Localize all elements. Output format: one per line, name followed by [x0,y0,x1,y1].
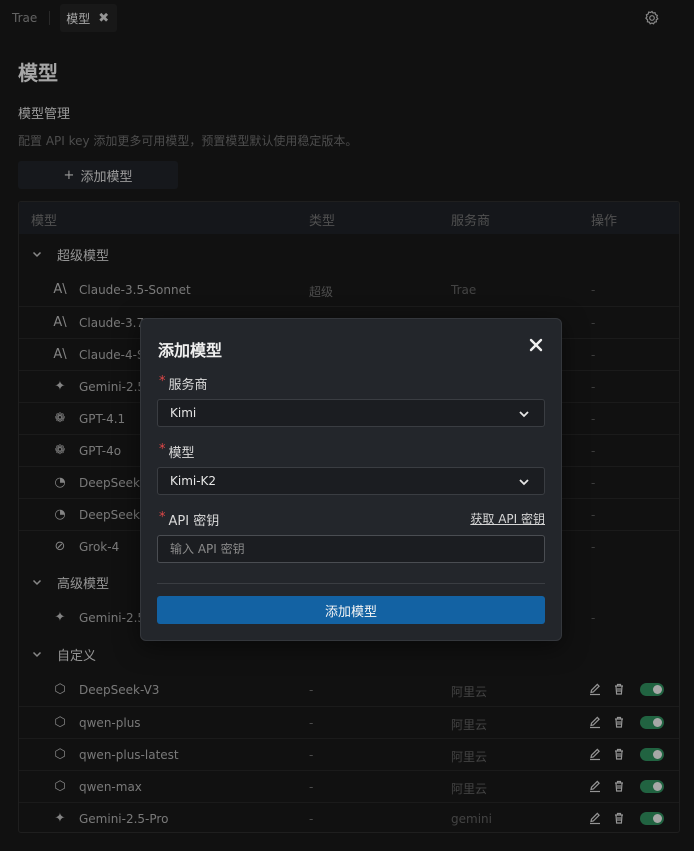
submit-add-model-button[interactable]: 添加模型 [157,596,545,624]
model-select[interactable]: Kimi-K2 [157,467,545,495]
provider-label: * 服务商 [159,374,208,393]
required-mark: * [159,374,166,389]
close-icon[interactable] [529,338,543,352]
chevron-down-icon [519,479,529,486]
get-api-key-link[interactable]: 获取 API 密钥 [470,510,545,527]
api-key-input[interactable] [157,535,545,563]
api-key-label: * API 密钥 [159,510,219,529]
required-mark: * [159,510,166,525]
required-mark: * [159,442,166,457]
dialog-title: 添加模型 [158,341,223,360]
provider-select[interactable]: Kimi [157,399,545,427]
api-key-label-text: API 密钥 [168,514,220,529]
provider-label-text: 服务商 [168,378,208,393]
dialog-divider [157,583,545,584]
add-model-dialog: 添加模型 * 服务商 Kimi * 模型 Kimi-K2 * API 密钥 获取… [140,318,562,641]
model-label-text: 模型 [168,446,195,461]
model-select-value: Kimi-K2 [170,474,217,488]
provider-select-value: Kimi [170,406,197,420]
model-label: * 模型 [159,442,195,461]
chevron-down-icon [519,411,529,418]
